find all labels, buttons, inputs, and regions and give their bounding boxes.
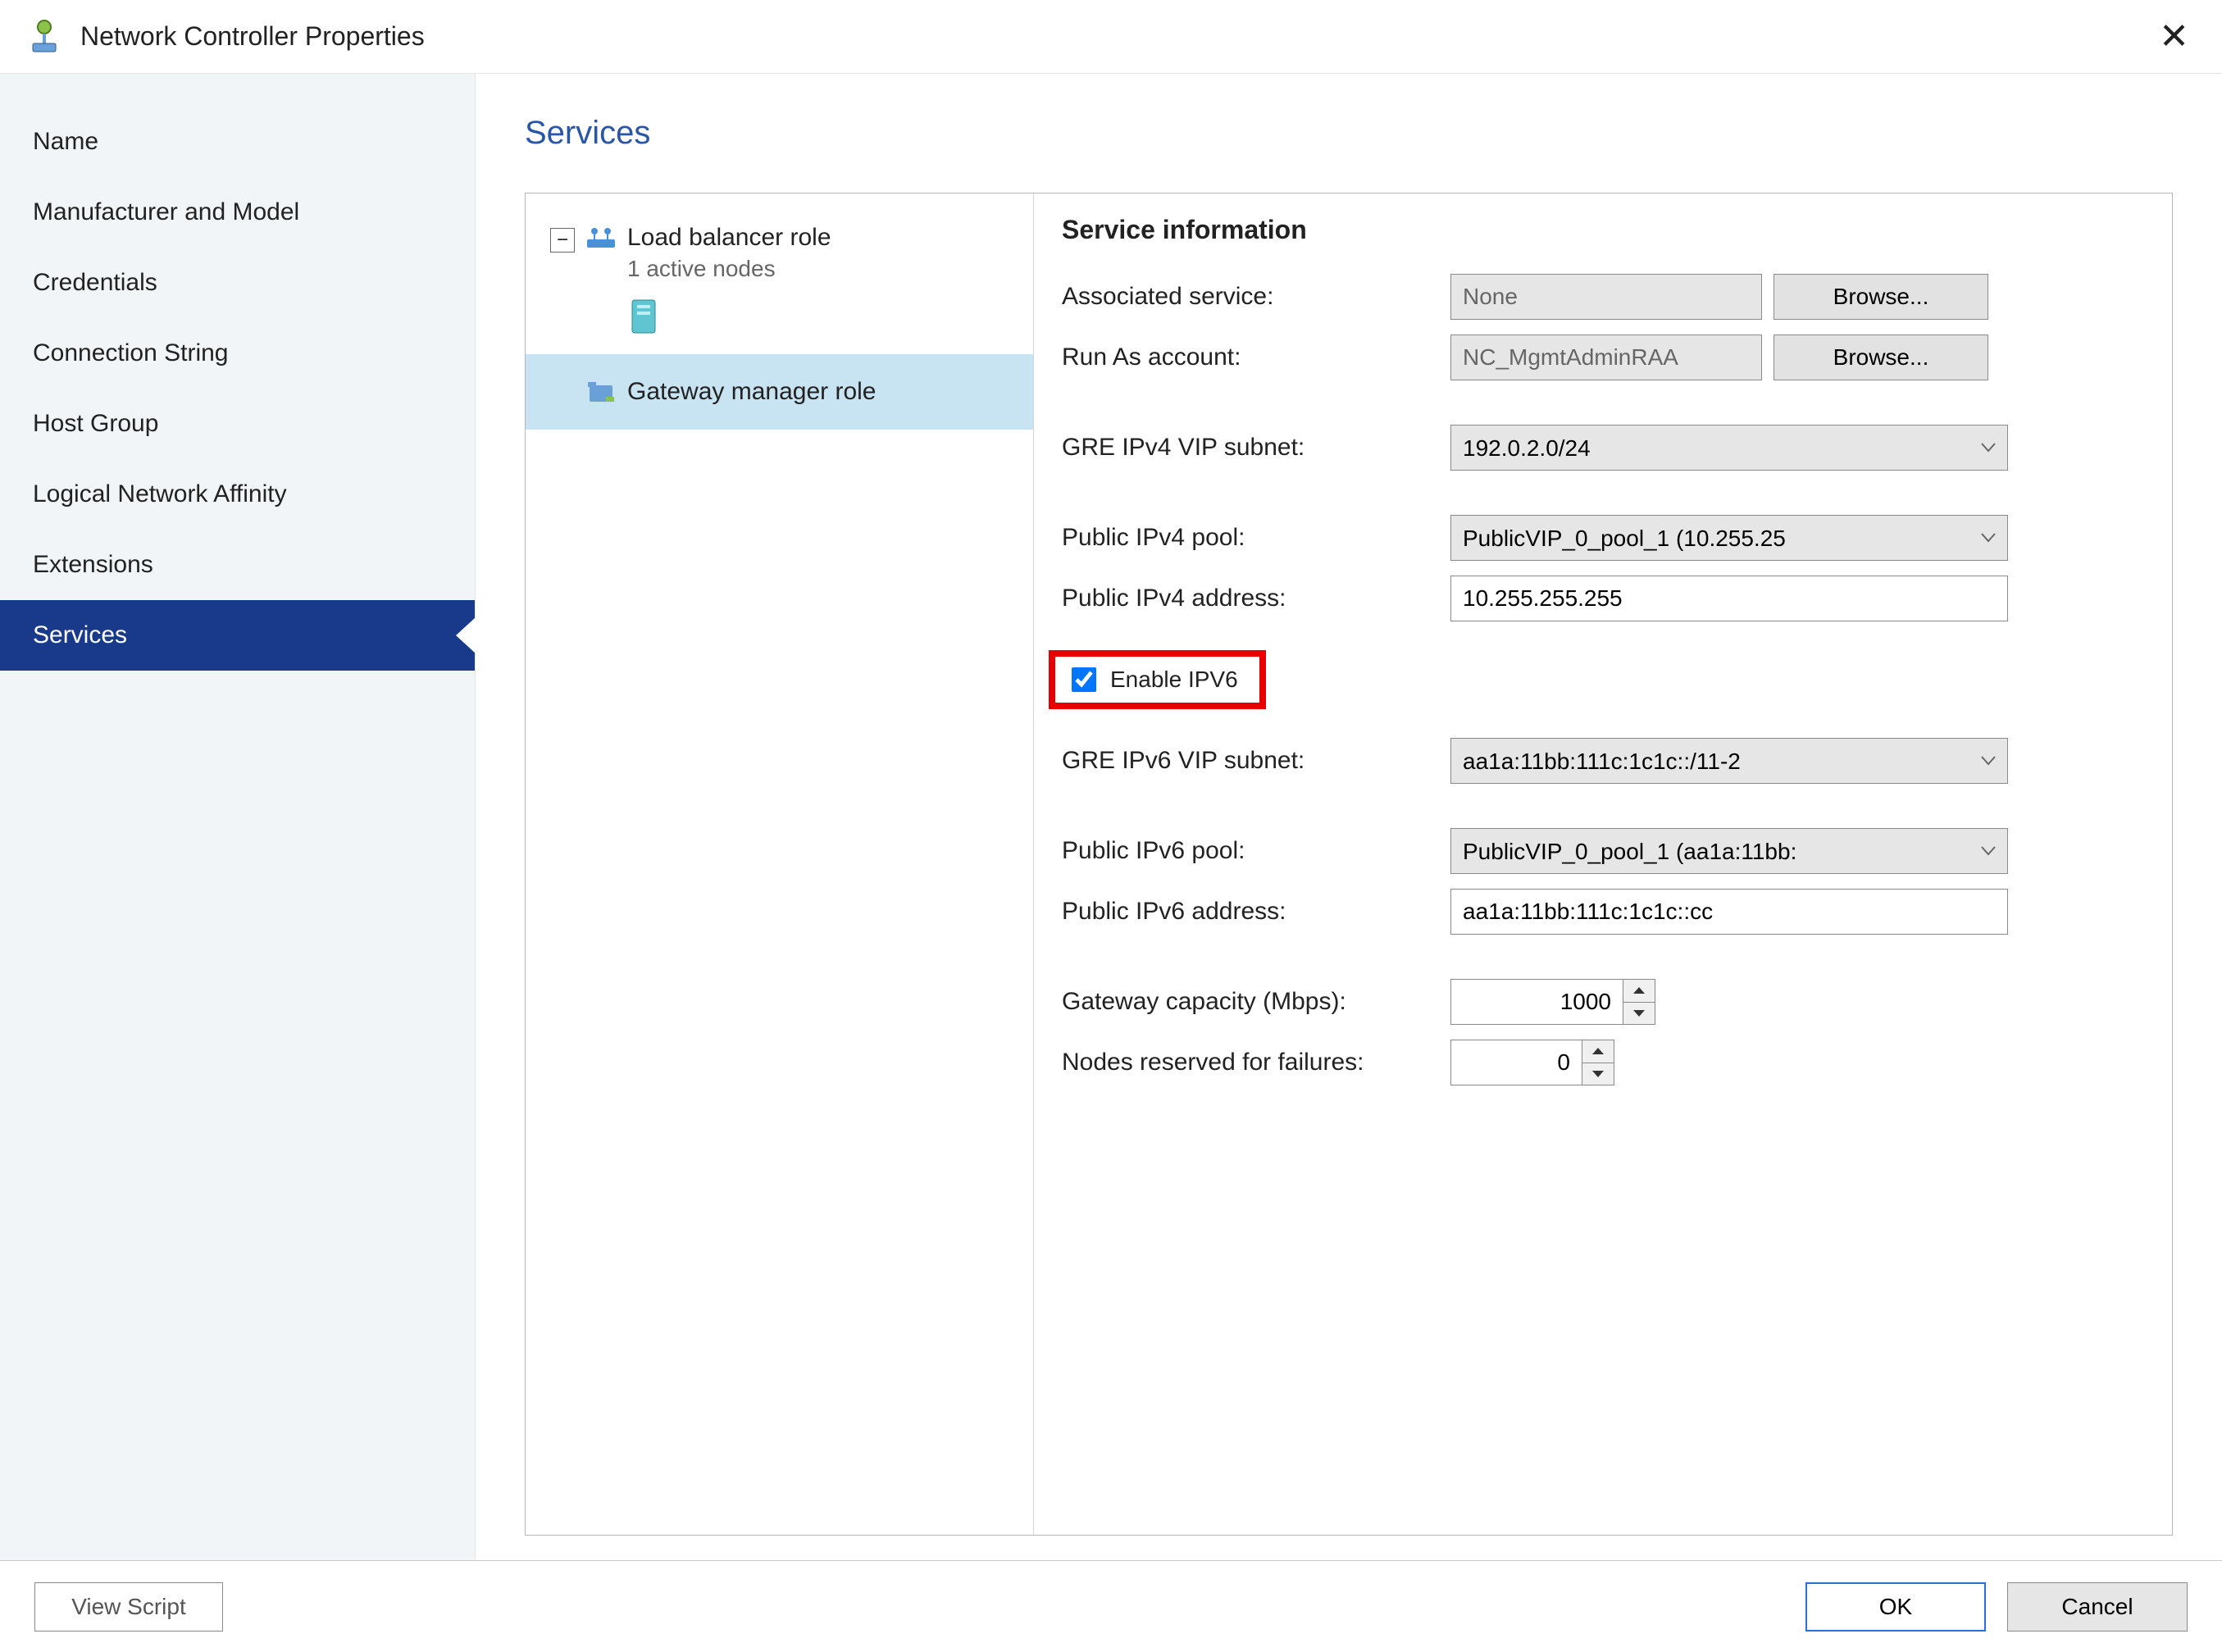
- row-public-ipv4-pool: Public IPv4 pool: PublicVIP_0_pool_1 (10…: [1062, 507, 2144, 568]
- public-ipv4-pool-select[interactable]: PublicVIP_0_pool_1 (10.255.25: [1450, 515, 2008, 561]
- window-title: Network Controller Properties: [80, 21, 425, 52]
- tree-load-balancer-label: Load balancer role: [627, 224, 831, 252]
- sidebar-item-credentials[interactable]: Credentials: [0, 248, 475, 318]
- gateway-capacity-input[interactable]: [1450, 979, 1623, 1025]
- run-as-input[interactable]: [1450, 334, 1762, 380]
- tree-gateway-manager-label: Gateway manager role: [627, 378, 877, 406]
- row-public-ipv4-address: Public IPv4 address:: [1062, 568, 2144, 629]
- label-nodes-reserved: Nodes reserved for failures:: [1062, 1049, 1439, 1076]
- associated-service-browse-button[interactable]: Browse...: [1774, 274, 1988, 320]
- label-public-ipv6-address: Public IPv6 address:: [1062, 898, 1439, 926]
- footer: View Script OK Cancel: [0, 1560, 2222, 1652]
- titlebar: Network Controller Properties ✕: [0, 0, 2222, 74]
- row-public-ipv6-pool: Public IPv6 pool: PublicVIP_0_pool_1 (aa…: [1062, 821, 2144, 881]
- view-script-button[interactable]: View Script: [34, 1582, 223, 1632]
- gateway-capacity-up-icon[interactable]: [1623, 980, 1655, 1003]
- sidebar-item-name[interactable]: Name: [0, 107, 475, 177]
- row-enable-ipv6: Enable IPV6: [1062, 629, 2144, 730]
- row-gateway-capacity: Gateway capacity (Mbps):: [1062, 972, 2144, 1032]
- cancel-button[interactable]: Cancel: [2007, 1582, 2188, 1632]
- nodes-reserved-down-icon[interactable]: [1582, 1063, 1614, 1085]
- label-run-as-account: Run As account:: [1062, 344, 1439, 371]
- label-associated-service: Associated service:: [1062, 283, 1439, 311]
- label-gre-ipv4: GRE IPv4 VIP subnet:: [1062, 434, 1439, 462]
- node-icon[interactable]: [629, 297, 658, 336]
- sidebar-item-connection-string[interactable]: Connection String: [0, 318, 475, 389]
- gre-ipv4-select[interactable]: 192.0.2.0/24: [1450, 425, 2008, 471]
- row-run-as-account: Run As account: Browse...: [1062, 327, 2144, 388]
- service-form: Service information Associated service: …: [1034, 193, 2172, 1535]
- gateway-capacity-spinner: [1450, 979, 1655, 1025]
- collapse-toggle-icon[interactable]: −: [550, 228, 575, 253]
- sidebar-item-host-group[interactable]: Host Group: [0, 389, 475, 459]
- gre-ipv6-select[interactable]: aa1a:11bb:111c:1c1c::/11-2: [1450, 738, 2008, 784]
- ok-button[interactable]: OK: [1805, 1582, 1986, 1632]
- label-public-ipv4-address: Public IPv4 address:: [1062, 585, 1439, 612]
- sidebar-item-logical-network-affinity[interactable]: Logical Network Affinity: [0, 459, 475, 530]
- enable-ipv6-highlight: Enable IPV6: [1049, 650, 1266, 709]
- tree-load-balancer-sub: 1 active nodes: [627, 256, 831, 282]
- sidebar-item-services[interactable]: Services: [0, 600, 475, 671]
- sidebar-item-manufacturer-model[interactable]: Manufacturer and Model: [0, 177, 475, 248]
- row-public-ipv6-address: Public IPv6 address:: [1062, 881, 2144, 942]
- label-gateway-capacity: Gateway capacity (Mbps):: [1062, 988, 1439, 1016]
- body: Name Manufacturer and Model Credentials …: [0, 74, 2222, 1560]
- label-public-ipv6-pool: Public IPv6 pool:: [1062, 837, 1439, 865]
- role-tree: − Load balancer role 1 active nodes: [526, 193, 1034, 1535]
- section-heading: Service information: [1062, 215, 2144, 245]
- gateway-manager-icon: [586, 377, 616, 407]
- window-root: Network Controller Properties ✕ Name Man…: [0, 0, 2222, 1652]
- gateway-capacity-down-icon[interactable]: [1623, 1003, 1655, 1025]
- close-button[interactable]: ✕: [2151, 11, 2197, 63]
- page-title: Services: [525, 115, 2173, 152]
- nodes-reserved-spinner: [1450, 1040, 1614, 1085]
- public-ipv6-pool-select[interactable]: PublicVIP_0_pool_1 (aa1a:11bb:: [1450, 828, 2008, 874]
- public-ipv6-address-input[interactable]: [1450, 889, 2008, 935]
- label-gre-ipv6: GRE IPv6 VIP subnet:: [1062, 747, 1439, 775]
- enable-ipv6-label: Enable IPV6: [1110, 667, 1238, 693]
- nodes-reserved-up-icon[interactable]: [1582, 1040, 1614, 1063]
- load-balancer-icon: [586, 223, 616, 253]
- tree-gateway-manager-role[interactable]: Gateway manager role: [526, 354, 1033, 430]
- row-nodes-reserved: Nodes reserved for failures:: [1062, 1032, 2144, 1093]
- associated-service-input[interactable]: [1450, 274, 1762, 320]
- services-panel: − Load balancer role 1 active nodes: [525, 193, 2173, 1536]
- main: Services − Load balancer role: [476, 74, 2222, 1560]
- network-controller-icon: [25, 17, 64, 57]
- public-ipv4-address-input[interactable]: [1450, 576, 2008, 621]
- nodes-reserved-input[interactable]: [1450, 1040, 1582, 1085]
- run-as-browse-button[interactable]: Browse...: [1774, 334, 1988, 380]
- tree-load-balancer-role[interactable]: − Load balancer role 1 active nodes: [526, 210, 1033, 282]
- row-gre-ipv6: GRE IPv6 VIP subnet: aa1a:11bb:111c:1c1c…: [1062, 730, 2144, 791]
- enable-ipv6-checkbox[interactable]: [1072, 667, 1096, 692]
- row-gre-ipv4: GRE IPv4 VIP subnet: 192.0.2.0/24: [1062, 417, 2144, 478]
- row-associated-service: Associated service: Browse...: [1062, 266, 2144, 327]
- sidebar: Name Manufacturer and Model Credentials …: [0, 74, 476, 1560]
- sidebar-item-extensions[interactable]: Extensions: [0, 530, 475, 600]
- label-public-ipv4-pool: Public IPv4 pool:: [1062, 524, 1439, 552]
